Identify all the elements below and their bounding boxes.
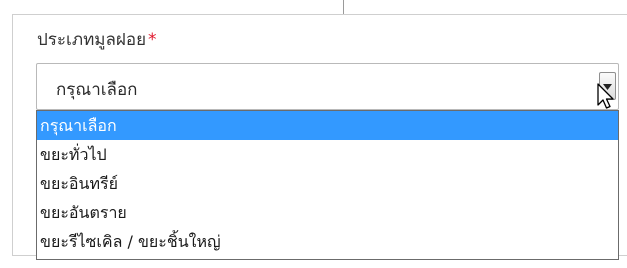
option-organic-waste[interactable]: ขยะอินทรีย์ bbox=[37, 169, 618, 198]
waste-type-label-text: ประเภทมูลฝอย bbox=[37, 30, 147, 50]
mouse-cursor-icon bbox=[597, 83, 614, 109]
waste-type-select[interactable]: กรุณาเลือก bbox=[36, 63, 619, 110]
required-asterisk: * bbox=[148, 30, 157, 50]
option-hazardous-waste[interactable]: ขยะอันตราย bbox=[37, 198, 618, 227]
option-please-select[interactable]: กรุณาเลือก bbox=[37, 111, 618, 140]
top-divider bbox=[343, 0, 344, 14]
select-current-value: กรุณาเลือก bbox=[56, 80, 138, 100]
waste-type-label: ประเภทมูลฝอย * bbox=[37, 26, 157, 53]
option-recycle-bulky-waste[interactable]: ขยะรีไซเคิล / ขยะชิ้นใหญ่ bbox=[37, 227, 618, 256]
option-general-waste[interactable]: ขยะทั่วไป bbox=[37, 140, 618, 169]
waste-type-options-list: กรุณาเลือก ขยะทั่วไป ขยะอินทรีย์ ขยะอันต… bbox=[36, 110, 619, 260]
